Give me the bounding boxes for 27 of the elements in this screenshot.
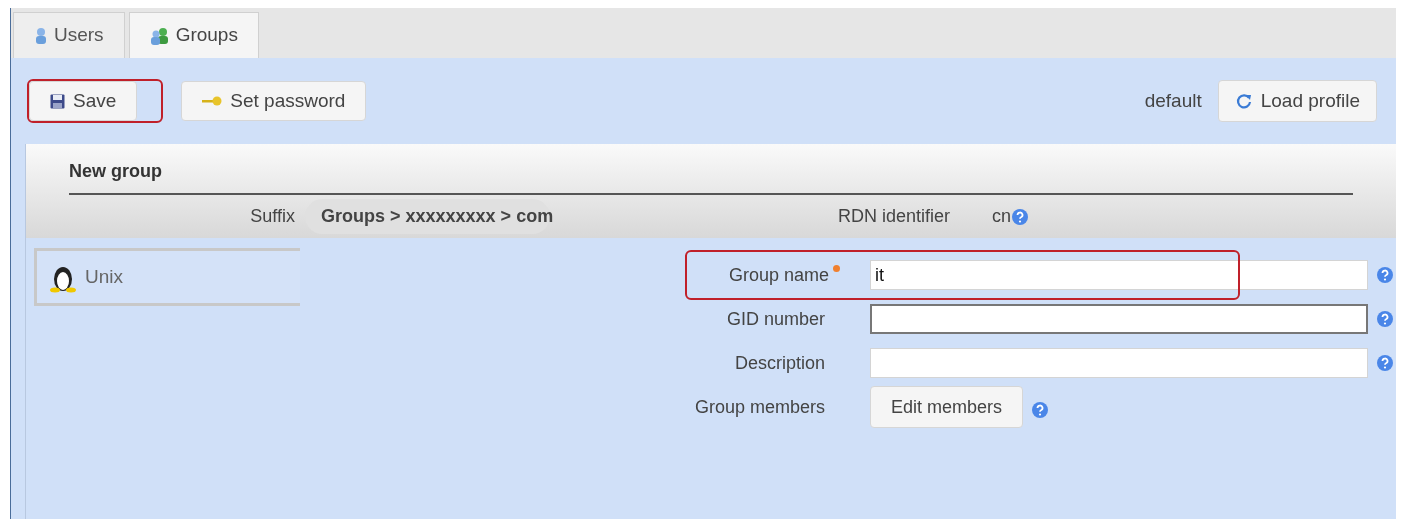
group-icon	[149, 26, 170, 45]
field-label: Group members	[694, 396, 825, 419]
profile-name: default	[1144, 88, 1202, 113]
set-password-button[interactable]: Set password	[181, 81, 367, 121]
help-icon[interactable]	[1376, 266, 1394, 284]
refresh-icon	[1234, 92, 1253, 110]
key-icon	[202, 96, 223, 106]
tab[interactable]: Groups	[128, 12, 259, 58]
field-label: Description	[734, 352, 825, 375]
field-label: Group name	[728, 264, 829, 287]
panel-title: New group	[69, 161, 162, 181]
rdn-value[interactable]: cn	[992, 203, 1012, 230]
text-field[interactable]: it	[870, 260, 1368, 290]
help-icon[interactable]	[1031, 401, 1050, 419]
edit-members-button[interactable]: Edit members	[870, 386, 1024, 428]
help-icon[interactable]	[1011, 207, 1030, 226]
save-button[interactable]: Save	[29, 81, 138, 121]
suffix-label: Suffix	[249, 205, 295, 228]
help-icon[interactable]	[1376, 310, 1394, 328]
tab[interactable]: Users	[13, 12, 125, 58]
help-icon[interactable]	[1376, 354, 1394, 372]
field-label: GID number	[726, 308, 825, 331]
module-tab[interactable]: Unix	[34, 248, 300, 306]
text-field[interactable]	[870, 304, 1368, 334]
rdn-label: RDN identifier	[838, 205, 951, 228]
user-icon	[34, 26, 48, 45]
load-profile-button[interactable]: Load profile	[1217, 80, 1377, 122]
